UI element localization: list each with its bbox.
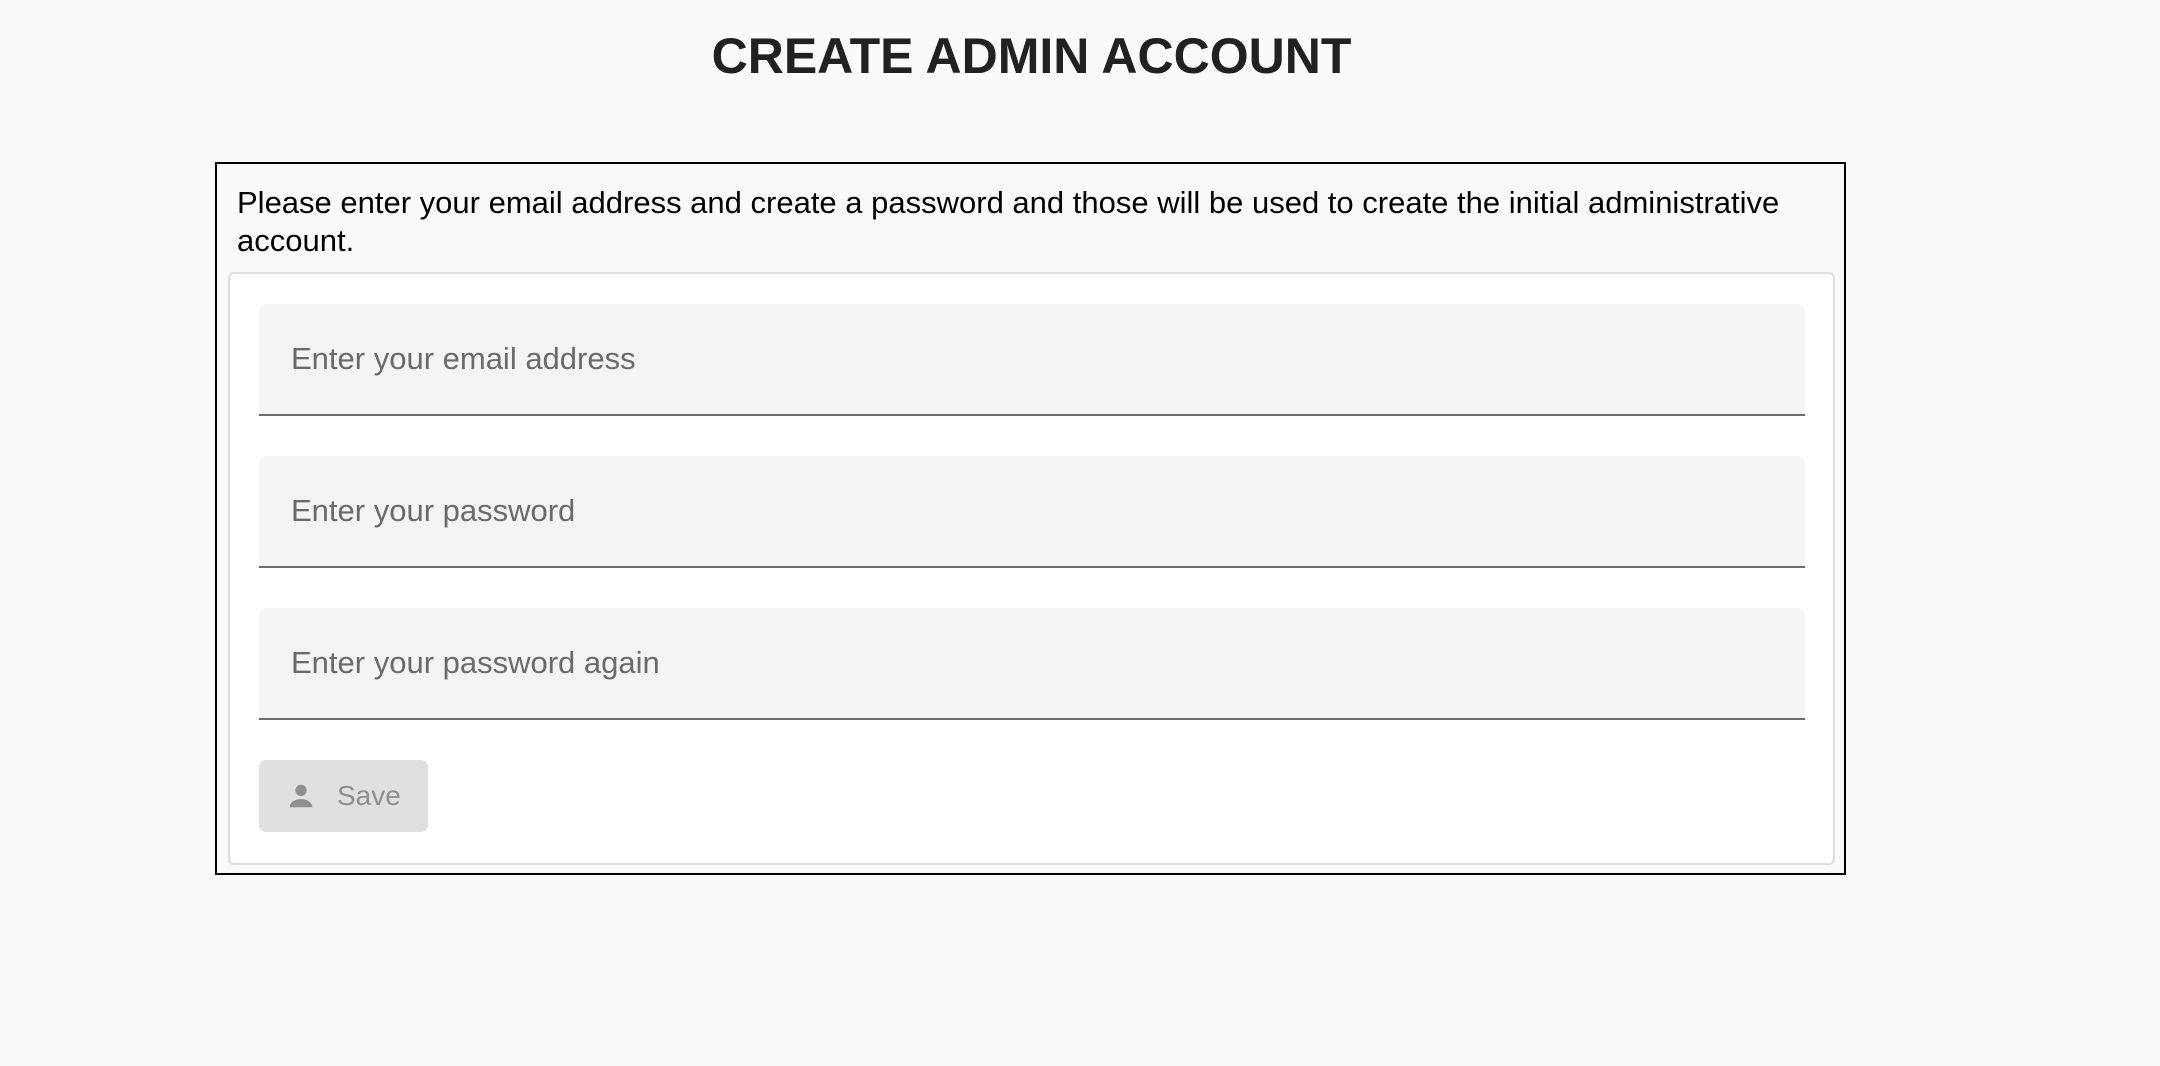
email-input[interactable] (259, 304, 1805, 414)
intro-text: Please enter your email address and crea… (237, 185, 1780, 258)
password-input[interactable] (259, 456, 1805, 566)
password-field[interactable] (259, 456, 1805, 568)
email-field[interactable] (259, 304, 1805, 416)
password-confirm-field[interactable] (259, 608, 1805, 720)
password-confirm-input[interactable] (259, 608, 1805, 718)
person-icon (285, 780, 317, 812)
admin-account-panel: Please enter your email address and crea… (215, 162, 1846, 875)
page-title: CREATE ADMIN ACCOUNT (711, 28, 1352, 84)
save-button-label: Save (337, 780, 401, 811)
save-button[interactable]: Save (259, 760, 428, 832)
account-form-card: Save (228, 272, 1835, 865)
